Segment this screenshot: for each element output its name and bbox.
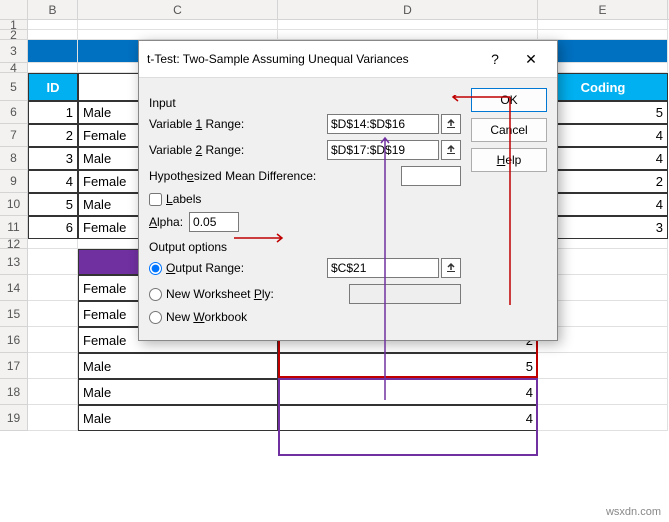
- ttest-dialog: t-Test: Two-Sample Assuming Unequal Vari…: [138, 40, 558, 341]
- row-header-10[interactable]: 10: [0, 193, 28, 216]
- labels-checkbox-label: Labels: [166, 192, 201, 206]
- watermark: wsxdn.com: [606, 506, 661, 518]
- new-workbook-label: New Workbook: [166, 310, 247, 324]
- new-workbook-radio[interactable]: [149, 311, 162, 324]
- row-header-8[interactable]: 8: [0, 147, 28, 170]
- col-header-E[interactable]: E: [538, 0, 668, 19]
- var2-range-picker-icon[interactable]: [441, 140, 461, 160]
- new-worksheet-radio[interactable]: [149, 288, 162, 301]
- row-header-16[interactable]: 16: [0, 327, 28, 353]
- output-range-radio[interactable]: [149, 262, 162, 275]
- row-header-5[interactable]: 5: [0, 73, 28, 101]
- cell[interactable]: Male: [78, 379, 278, 405]
- row-header-9[interactable]: 9: [0, 170, 28, 193]
- select-all-corner[interactable]: [0, 0, 28, 19]
- dialog-title: t-Test: Two-Sample Assuming Unequal Vari…: [147, 52, 477, 66]
- new-worksheet-label: New Worksheet Ply:: [166, 287, 349, 301]
- row-header-6[interactable]: 6: [0, 101, 28, 124]
- close-icon[interactable]: ✕: [513, 47, 549, 71]
- cancel-button[interactable]: Cancel: [471, 118, 547, 142]
- output-range-picker-icon[interactable]: [441, 258, 461, 278]
- row-header-2[interactable]: 2: [0, 30, 28, 40]
- labels-checkbox[interactable]: [149, 193, 162, 206]
- hypothesized-input[interactable]: [401, 166, 461, 186]
- output-range-label: Output Range:: [166, 261, 327, 275]
- cell[interactable]: 5: [28, 193, 78, 216]
- hypothesized-label: Hypothesized Mean Difference:: [149, 169, 393, 183]
- help-button[interactable]: Help: [471, 148, 547, 172]
- cell[interactable]: 4: [28, 170, 78, 193]
- row-header-7[interactable]: 7: [0, 124, 28, 147]
- cell[interactable]: 5: [278, 353, 538, 379]
- cell[interactable]: 1: [28, 101, 78, 124]
- cell[interactable]: 6: [28, 216, 78, 239]
- var1-range-input[interactable]: [327, 114, 439, 134]
- var1-range-picker-icon[interactable]: [441, 114, 461, 134]
- cell[interactable]: 3: [28, 147, 78, 170]
- row-header-18[interactable]: 18: [0, 379, 28, 405]
- col-header-D[interactable]: D: [278, 0, 538, 19]
- cell[interactable]: Male: [78, 405, 278, 431]
- var1-label: Variable 1 Range:: [149, 117, 327, 131]
- cell[interactable]: Male: [78, 353, 278, 379]
- input-section-label: Input: [149, 96, 461, 110]
- row-header-14[interactable]: 14: [0, 275, 28, 301]
- cell[interactable]: 4: [278, 379, 538, 405]
- row-header-13[interactable]: 13: [0, 249, 28, 275]
- output-section-label: Output options: [149, 240, 461, 254]
- row-header-12[interactable]: 12: [0, 239, 28, 249]
- col-header-B[interactable]: B: [28, 0, 78, 19]
- row-header-4[interactable]: 4: [0, 63, 28, 73]
- col-header-C[interactable]: C: [78, 0, 278, 19]
- column-header-row: B C D E: [0, 0, 669, 20]
- row-header-column: 1 2 3 4 5 6 7 8 9 10 11 12 13 14 15 16 1…: [0, 20, 28, 431]
- row-header-19[interactable]: 19: [0, 405, 28, 431]
- var2-range-input[interactable]: [327, 140, 439, 160]
- dialog-titlebar[interactable]: t-Test: Two-Sample Assuming Unequal Vari…: [139, 41, 557, 78]
- row-header-17[interactable]: 17: [0, 353, 28, 379]
- var2-label: Variable 2 Range:: [149, 143, 327, 157]
- alpha-input[interactable]: [189, 212, 239, 232]
- cell[interactable]: 4: [278, 405, 538, 431]
- new-worksheet-input: [349, 284, 461, 304]
- table1-header-id[interactable]: ID: [28, 73, 78, 101]
- row-header-15[interactable]: 15: [0, 301, 28, 327]
- output-range-input[interactable]: [327, 258, 439, 278]
- cell[interactable]: 2: [28, 124, 78, 147]
- ok-button[interactable]: OK: [471, 88, 547, 112]
- help-icon[interactable]: ?: [477, 47, 513, 71]
- alpha-label: Alpha:: [149, 215, 183, 229]
